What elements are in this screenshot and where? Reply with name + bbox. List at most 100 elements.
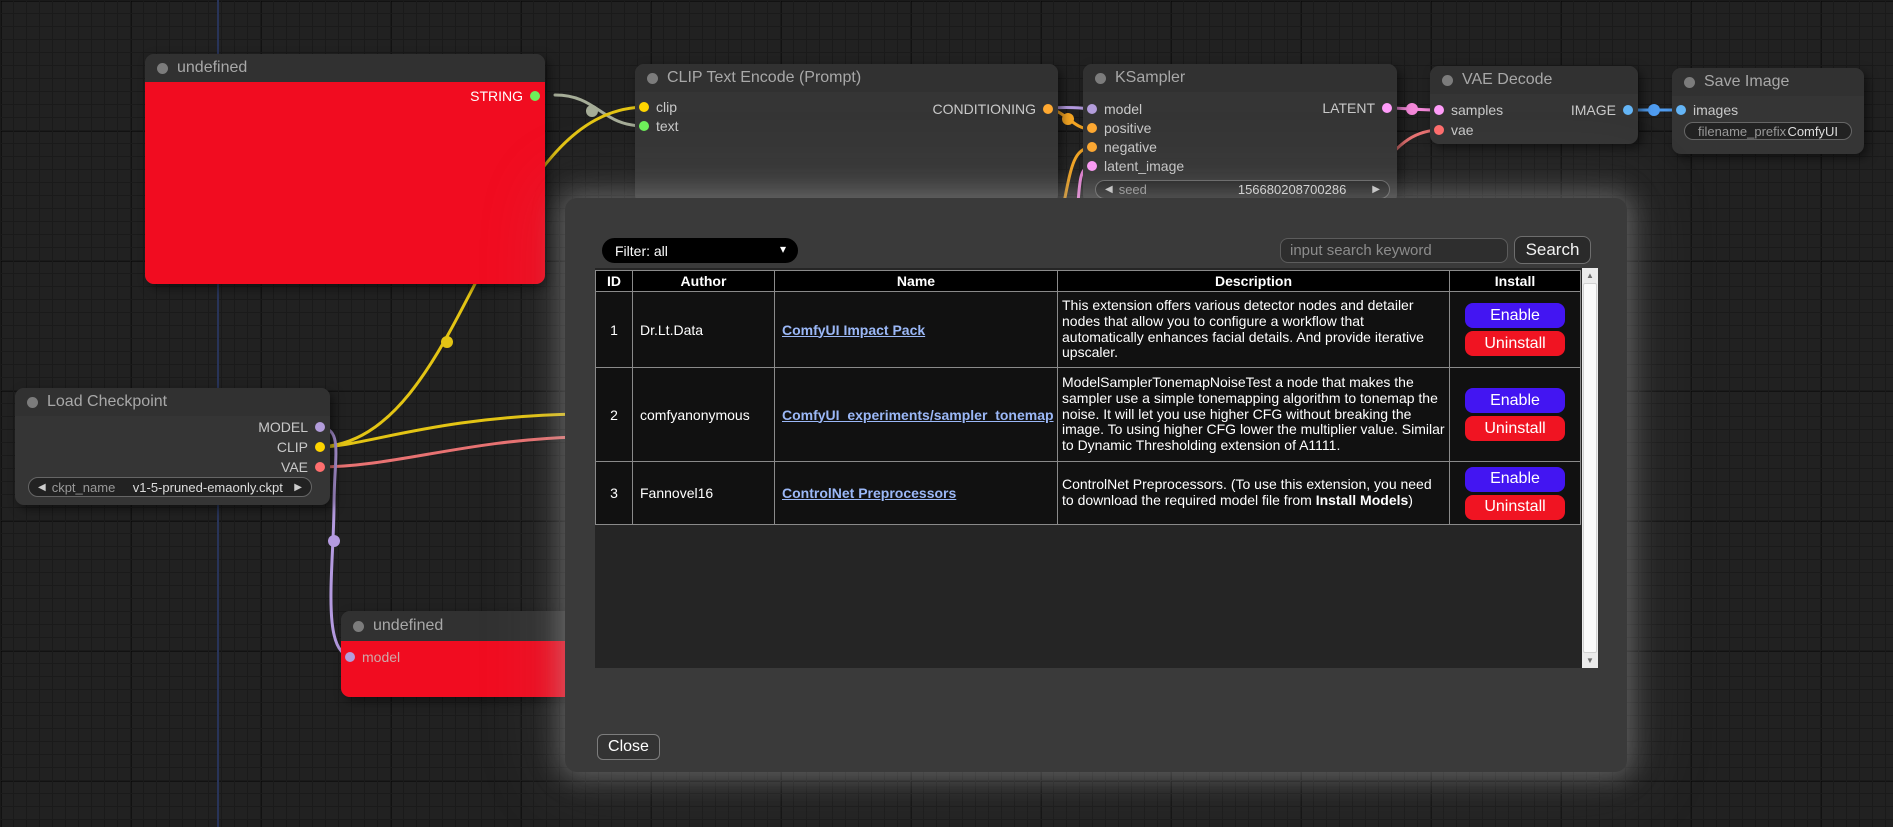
- table-header-row: ID Author Name Description Install: [596, 271, 1581, 292]
- node-save-image[interactable]: Save Image images filename_prefix ComfyU…: [1672, 68, 1864, 154]
- node-load-checkpoint[interactable]: Load Checkpoint MODEL CLIP VAE ◀ ckpt_na…: [15, 388, 330, 505]
- widget-value: v1-5-pruned-emaonly.ckpt: [121, 480, 294, 495]
- input-slot-images[interactable]: [1676, 105, 1686, 115]
- enable-button[interactable]: Enable: [1465, 388, 1565, 413]
- filter-select[interactable]: Filter: all: [602, 238, 798, 263]
- cell-install: Enable Uninstall: [1450, 368, 1581, 462]
- scroll-up-icon[interactable]: ▲: [1582, 268, 1598, 283]
- input-slot-text[interactable]: [639, 121, 649, 131]
- search-input[interactable]: [1280, 238, 1508, 263]
- col-header-id: ID: [596, 271, 633, 292]
- scrollbar-thumb[interactable]: [1583, 283, 1597, 653]
- input-label: samples: [1451, 102, 1503, 118]
- node-title-bar[interactable]: undefined: [341, 611, 576, 641]
- input-label: model: [1104, 101, 1142, 117]
- col-header-author: Author: [633, 271, 775, 292]
- cell-name: ControlNet Preprocessors: [775, 462, 1058, 525]
- input-slot-clip[interactable]: [639, 102, 649, 112]
- node-title: Load Checkpoint: [47, 393, 167, 411]
- enable-button[interactable]: Enable: [1465, 467, 1565, 492]
- scroll-down-icon[interactable]: ▼: [1582, 653, 1598, 668]
- extension-link[interactable]: ControlNet Preprocessors: [782, 485, 956, 501]
- widget-value: 156680208700286: [1238, 182, 1346, 197]
- node-title-bar[interactable]: Save Image: [1672, 68, 1864, 96]
- input-slot-model[interactable]: [345, 652, 355, 662]
- node-title: Save Image: [1704, 73, 1789, 91]
- filename-prefix-widget[interactable]: filename_prefix ComfyUI: [1684, 122, 1852, 140]
- output-label: STRING: [470, 88, 523, 104]
- extension-link[interactable]: ComfyUI Impact Pack: [782, 322, 925, 338]
- output-slot-string[interactable]: [530, 91, 540, 101]
- seed-widget[interactable]: ◀ seed 156680208700286 ▶: [1095, 180, 1390, 199]
- output-label: CONDITIONING: [933, 101, 1036, 117]
- node-title: VAE Decode: [1462, 71, 1552, 89]
- collapse-dot-icon[interactable]: [1684, 77, 1695, 88]
- node-undefined-top[interactable]: undefined STRING: [145, 54, 545, 284]
- table-scroll-area: ID Author Name Description Install 1 Dr.…: [595, 268, 1598, 668]
- wire-clip-branch: [318, 414, 578, 447]
- output-slot-clip[interactable]: [315, 442, 325, 452]
- next-arrow-icon[interactable]: ▶: [294, 482, 302, 493]
- node-title: undefined: [177, 59, 247, 77]
- node-title-bar[interactable]: Load Checkpoint: [15, 388, 330, 416]
- extension-link[interactable]: ComfyUI_experiments/sampler_tonemap: [782, 407, 1054, 423]
- collapse-dot-icon[interactable]: [1442, 75, 1453, 86]
- input-slot-positive[interactable]: [1087, 123, 1097, 133]
- input-label: latent_image: [1104, 158, 1184, 174]
- cell-id: 1: [596, 292, 633, 368]
- search-button[interactable]: Search: [1514, 236, 1591, 264]
- cell-id: 3: [596, 462, 633, 525]
- node-vae-decode[interactable]: VAE Decode samples vae IMAGE: [1430, 66, 1638, 144]
- input-slot-vae[interactable]: [1434, 125, 1444, 135]
- node-clip-text-encode[interactable]: CLIP Text Encode (Prompt) clip text COND…: [635, 64, 1058, 204]
- vertical-scrollbar[interactable]: ▲ ▼: [1582, 268, 1598, 668]
- input-label: negative: [1104, 139, 1157, 155]
- cell-install: Enable Uninstall: [1450, 292, 1581, 368]
- prev-arrow-icon[interactable]: ◀: [38, 482, 46, 493]
- output-slot-conditioning[interactable]: [1043, 104, 1053, 114]
- comfyui-canvas[interactable]: { "canvas": { "nodes": { "undefined_top"…: [0, 0, 1893, 827]
- collapse-dot-icon[interactable]: [647, 73, 658, 84]
- collapse-dot-icon[interactable]: [1095, 73, 1106, 84]
- node-title: CLIP Text Encode (Prompt): [667, 69, 861, 87]
- input-label: vae: [1451, 122, 1474, 138]
- ckpt-name-widget[interactable]: ◀ ckpt_name v1-5-pruned-emaonly.ckpt ▶: [28, 477, 312, 497]
- output-slot-model[interactable]: [315, 422, 325, 432]
- node-title-bar[interactable]: KSampler: [1083, 64, 1397, 92]
- input-slot-model[interactable]: [1087, 104, 1097, 114]
- collapse-dot-icon[interactable]: [353, 621, 364, 632]
- increment-arrow-icon[interactable]: ▶: [1372, 184, 1380, 195]
- cell-author: comfyanonymous: [633, 368, 775, 462]
- input-slot-samples[interactable]: [1434, 105, 1444, 115]
- uninstall-button[interactable]: Uninstall: [1465, 495, 1565, 520]
- node-title-bar[interactable]: undefined: [145, 54, 545, 82]
- output-slot-image[interactable]: [1623, 105, 1633, 115]
- cell-install: Enable Uninstall: [1450, 462, 1581, 525]
- col-header-description: Description: [1058, 271, 1450, 292]
- cell-description: ControlNet Preprocessors. (To use this e…: [1058, 462, 1450, 525]
- output-label: IMAGE: [1571, 102, 1616, 118]
- output-label: VAE: [281, 459, 308, 475]
- enable-button[interactable]: Enable: [1465, 303, 1565, 328]
- widget-value: ComfyUI: [1787, 124, 1838, 139]
- node-title-bar[interactable]: CLIP Text Encode (Prompt): [635, 64, 1058, 92]
- node-title-bar[interactable]: VAE Decode: [1430, 66, 1638, 94]
- col-header-install: Install: [1450, 271, 1581, 292]
- node-ksampler[interactable]: KSampler model positive negative latent_…: [1083, 64, 1397, 204]
- input-slot-negative[interactable]: [1087, 142, 1097, 152]
- close-button[interactable]: Close: [597, 734, 660, 760]
- node-undefined-bottom[interactable]: undefined model: [341, 611, 576, 697]
- uninstall-button[interactable]: Uninstall: [1465, 331, 1565, 356]
- output-slot-vae[interactable]: [315, 462, 325, 472]
- output-label: CLIP: [277, 439, 308, 455]
- filter-select-wrap: Filter: all ▾: [602, 238, 798, 263]
- cell-author: Dr.Lt.Data: [633, 292, 775, 368]
- col-header-name: Name: [775, 271, 1058, 292]
- cell-description: This extension offers various detector n…: [1058, 292, 1450, 368]
- collapse-dot-icon[interactable]: [27, 397, 38, 408]
- uninstall-button[interactable]: Uninstall: [1465, 416, 1565, 441]
- collapse-dot-icon[interactable]: [157, 63, 168, 74]
- decrement-arrow-icon[interactable]: ◀: [1105, 184, 1113, 195]
- output-slot-latent[interactable]: [1382, 103, 1392, 113]
- input-slot-latent-image[interactable]: [1087, 161, 1097, 171]
